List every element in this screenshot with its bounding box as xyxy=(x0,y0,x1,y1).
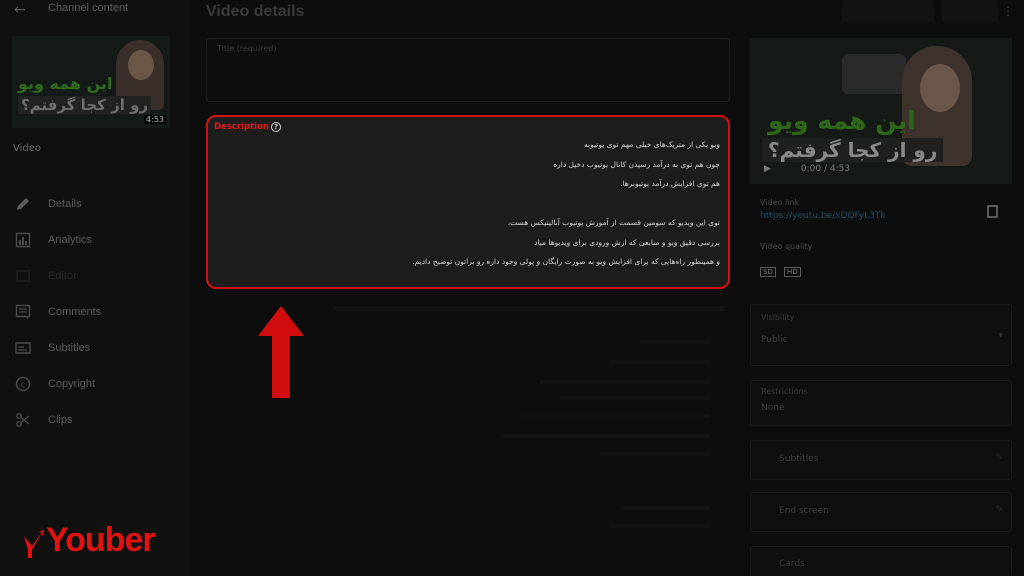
cards-panel-label: Cards xyxy=(779,559,805,569)
pencil-icon xyxy=(14,195,32,213)
back-arrow-icon[interactable]: ← xyxy=(14,2,26,18)
faded-line xyxy=(520,414,710,418)
sidebar-item-copyright[interactable]: c Copyright xyxy=(0,366,190,402)
analytics-icon xyxy=(14,231,32,249)
comments-icon xyxy=(14,303,32,321)
restrictions-label: Restrictions xyxy=(761,387,808,396)
editor-icon xyxy=(14,267,32,285)
description-line: هم توی افزایش درآمد یوتیوبرها. xyxy=(620,179,720,188)
faded-line xyxy=(560,396,710,400)
title-field-label: Title (required) xyxy=(217,44,277,53)
video-quality-label: Video quality xyxy=(760,242,813,251)
description-label: Description xyxy=(214,122,269,132)
video-link-block: Video link https://youtu.be/xDQFyL3Tk xyxy=(760,198,886,221)
preview-text-line2: رو از کجا گرفتم؟ xyxy=(762,138,944,162)
faded-line xyxy=(620,506,710,510)
edit-icon[interactable]: ✎ xyxy=(995,505,1003,515)
subtitles-icon xyxy=(14,339,32,357)
restrictions-value: None xyxy=(761,403,785,413)
visibility-label: Visibility xyxy=(761,313,795,322)
quality-badge-hd: HD xyxy=(783,267,801,277)
sidebar-nav: Details Analytics Editor Comments Subtit… xyxy=(0,186,190,438)
preview-controls: ▶ 0:00 / 4:53 xyxy=(764,164,850,174)
scissors-icon xyxy=(14,411,32,429)
sidebar-item-label: Copyright xyxy=(48,378,96,390)
sidebar-item-analytics[interactable]: Analytics xyxy=(0,222,190,258)
sidebar-item-details[interactable]: Details xyxy=(0,186,190,222)
description-label-row: Description ? xyxy=(214,122,281,132)
faded-line xyxy=(500,434,710,438)
thumbnail-text-line1: این همه ویو xyxy=(18,74,113,93)
preview-time: 0:00 / 4:53 xyxy=(800,164,851,174)
description-line: توی این ویدیو که سومین قسمت از آموزش یوت… xyxy=(507,218,720,227)
restrictions-panel[interactable]: Restrictions None xyxy=(750,380,1012,426)
sidebar-video-thumbnail[interactable]: این همه ویو رو از کجا گرفتم؟ 4:53 xyxy=(12,36,170,128)
description-line xyxy=(220,194,720,214)
logo-mark-icon xyxy=(24,530,44,558)
description-line: ویو یکی از متریک‌های خیلی مهم توی یوتیوب… xyxy=(583,140,720,149)
sidebar: ← Channel content این همه ویو رو از کجا … xyxy=(0,0,190,576)
copyright-icon: c xyxy=(14,375,32,393)
subtitles-panel-label: Subtitles xyxy=(779,454,819,464)
faded-line xyxy=(640,340,710,344)
sidebar-item-label: Analytics xyxy=(48,234,93,246)
faded-line xyxy=(540,380,710,384)
faded-line xyxy=(610,360,710,364)
faded-line xyxy=(610,524,710,528)
description-line: و همینطور راه‌هایی که برای افزایش ویو به… xyxy=(412,257,720,266)
save-button[interactable] xyxy=(942,0,998,22)
play-icon[interactable]: ▶ xyxy=(764,164,771,174)
channel-content-link[interactable]: Channel content xyxy=(48,2,128,14)
svg-text:c: c xyxy=(21,380,25,389)
end-screen-panel[interactable]: End screen ✎ xyxy=(750,492,1012,532)
sidebar-item-label: Details xyxy=(48,198,82,210)
edit-icon[interactable]: ✎ xyxy=(995,453,1003,463)
copy-icon[interactable] xyxy=(987,205,998,218)
quality-badge-sd: SD xyxy=(760,267,776,277)
youber-logo: Youber xyxy=(22,516,156,560)
sidebar-item-comments[interactable]: Comments xyxy=(0,294,190,330)
preview-speech-bubble xyxy=(842,54,906,94)
video-preview[interactable]: این همه ویو رو از کجا گرفتم؟ ▶ 0:00 / 4:… xyxy=(750,38,1012,184)
visibility-panel[interactable]: Visibility Public ▾ xyxy=(750,304,1012,366)
end-screen-panel-label: End screen xyxy=(779,506,829,516)
thumbnail-duration: 4:53 xyxy=(144,115,166,124)
help-icon[interactable]: ? xyxy=(270,122,281,132)
preview-face xyxy=(920,64,960,112)
description-text[interactable]: ویو یکی از متریک‌های خیلی مهم توی یوتیوب… xyxy=(220,135,720,272)
quality-badges: SD HD xyxy=(760,259,812,278)
sidebar-item-label: Comments xyxy=(48,306,102,318)
thumbnail-face xyxy=(128,50,154,80)
description-line: چون هم توی به درآمد رسیدن کانال یوتیوب د… xyxy=(553,159,720,169)
description-line: بررسی دقیق ویو و منابعی که ازش ورودی برا… xyxy=(534,237,720,247)
faded-line xyxy=(600,452,710,456)
description-field[interactable]: Description ? ویو یکی از متریک‌های خیلی … xyxy=(206,115,730,289)
title-field[interactable]: Title (required) xyxy=(206,38,730,102)
undo-changes-button[interactable] xyxy=(842,0,934,22)
cards-panel[interactable]: Cards xyxy=(750,546,1012,576)
video-quality-block: Video quality SD HD xyxy=(760,242,812,278)
chevron-down-icon: ▾ xyxy=(998,331,1003,341)
video-link-label: Video link xyxy=(760,198,800,207)
logo-text: Youber xyxy=(46,521,156,559)
sidebar-item-editor[interactable]: Editor xyxy=(0,258,190,294)
sidebar-item-label: Editor xyxy=(48,270,77,282)
sidebar-item-subtitles[interactable]: Subtitles xyxy=(0,330,190,366)
sidebar-item-clips[interactable]: Clips xyxy=(0,402,190,438)
subtitles-panel[interactable]: Subtitles ✎ xyxy=(750,440,1012,480)
sidebar-item-label: Clips xyxy=(48,414,73,426)
page-title: Video details xyxy=(206,3,305,20)
page: ← Channel content این همه ویو رو از کجا … xyxy=(0,0,1024,576)
preview-text-line1: این همه ویو xyxy=(768,106,916,135)
faded-link-line xyxy=(334,306,724,311)
visibility-value: Public xyxy=(761,335,788,345)
video-link[interactable]: https://youtu.be/xDQFyL3Tk xyxy=(760,211,886,221)
sidebar-item-label: Subtitles xyxy=(48,342,91,354)
thumbnail-text-line2: رو از کجا گرفتم؟ xyxy=(18,96,152,114)
red-arrow-up-icon xyxy=(258,306,304,398)
sidebar-video-label: Video xyxy=(13,143,42,154)
more-options-icon[interactable]: ⋮ xyxy=(1002,4,1014,18)
